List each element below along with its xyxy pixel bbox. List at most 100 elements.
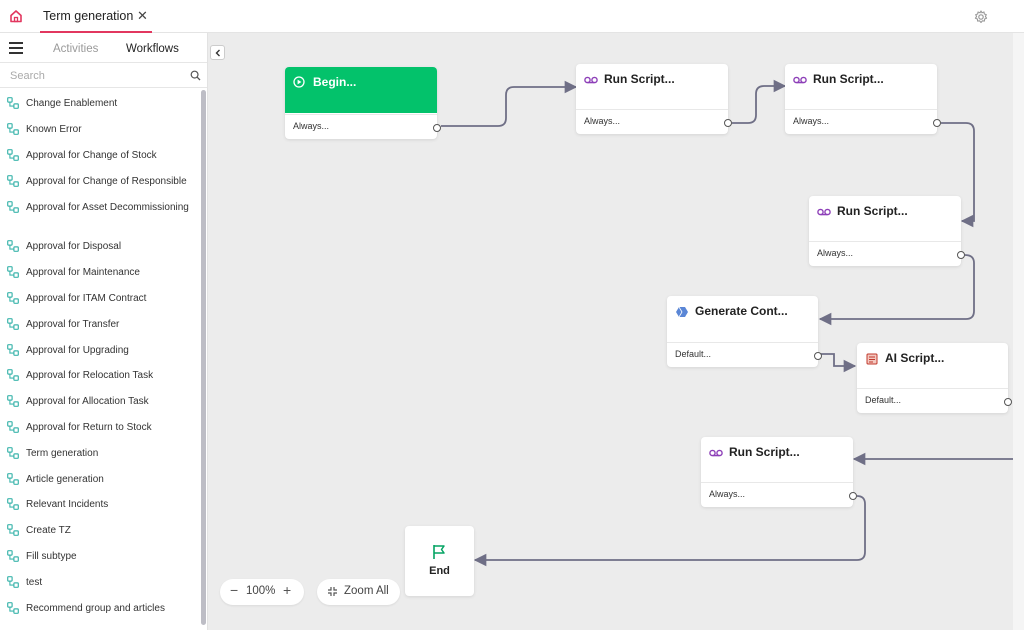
workflow-icon	[7, 447, 19, 459]
workflow-list-item[interactable]: test	[0, 574, 198, 592]
node-footer: Always...	[785, 109, 937, 134]
sidebar-scrollbar[interactable]	[201, 90, 206, 625]
zoom-all-button[interactable]: Zoom All	[317, 579, 400, 605]
workflow-list-item-label: Approval for Transfer	[26, 319, 120, 330]
zoom-out-button[interactable]: −	[230, 582, 238, 598]
flag-icon	[433, 545, 445, 559]
node-footer: Always...	[285, 114, 437, 139]
workflow-list-item-label: Approval for Return to Stock	[26, 422, 152, 433]
workflow-list-item-label: Approval for Relocation Task	[26, 370, 154, 381]
workflow-icon	[7, 318, 19, 330]
node-generate-content[interactable]: Generate Cont... Default...	[667, 296, 822, 367]
script-icon	[709, 449, 723, 457]
node-footer: Always...	[809, 241, 961, 266]
node-run-script-1[interactable]: Run Script... Always...	[576, 64, 732, 134]
tab-activities[interactable]: Activities	[53, 43, 98, 55]
settings-button[interactable]	[971, 7, 991, 27]
workflow-list-item[interactable]: Known Error	[0, 121, 198, 139]
node-title: Run Script...	[813, 72, 884, 86]
node-ai-script[interactable]: AI Script... Default...	[857, 343, 1012, 413]
home-button[interactable]	[6, 6, 26, 26]
workflow-list-item[interactable]: Approval for Change of Stock	[0, 147, 198, 165]
workflow-list-item[interactable]: Approval for Allocation Task	[0, 393, 198, 411]
workflow-list-item-label: Change Enablement	[26, 98, 118, 109]
node-run-script-4[interactable]: Run Script... Always...	[701, 437, 857, 507]
workflow-list-item[interactable]: Approval for Asset Decommissioning	[0, 199, 198, 217]
output-port[interactable]	[814, 352, 822, 360]
edge-begin-run1	[441, 80, 578, 127]
workflow-icon	[7, 473, 19, 485]
workflow-list-item[interactable]: Create TZ	[0, 522, 198, 540]
output-port[interactable]	[933, 119, 941, 127]
node-run-script-2[interactable]: Run Script... Always...	[785, 64, 941, 134]
workflow-list-item-label: Relevant Incidents	[26, 499, 109, 510]
output-port[interactable]	[433, 124, 441, 132]
workflow-list-item[interactable]: Recommend group and articles	[0, 600, 198, 618]
workflow-list-item[interactable]: Approval for Transfer	[0, 316, 198, 334]
canvas-scrollbar[interactable]	[1013, 33, 1024, 630]
node-header: AI Script...	[857, 343, 1008, 389]
fit-screen-icon	[328, 587, 337, 596]
output-port[interactable]	[849, 492, 857, 500]
gear-icon	[974, 10, 988, 24]
workflow-list-item-label: Approval for Upgrading	[26, 345, 129, 356]
search-box	[0, 62, 207, 88]
workflow-list-item-label: Known Error	[26, 124, 82, 135]
collapse-sidebar-button[interactable]	[210, 45, 225, 60]
output-port[interactable]	[957, 251, 965, 259]
node-footer: Always...	[576, 109, 728, 134]
workflow-icon	[7, 149, 19, 161]
workflow-icon	[7, 266, 19, 278]
workflow-icon	[7, 498, 19, 510]
workflow-icon	[7, 123, 19, 135]
node-condition: Always...	[709, 489, 746, 499]
node-end[interactable]: End	[405, 526, 474, 596]
workflow-list-item[interactable]: Approval for Disposal	[0, 238, 198, 256]
node-begin[interactable]: Begin... Always...	[285, 67, 441, 139]
workflow-list-item[interactable]: Approval for Return to Stock	[0, 419, 198, 437]
workflow-canvas[interactable]: Begin... Always... Run Script... Always.…	[208, 33, 1013, 630]
ai-cube-icon	[676, 306, 688, 318]
workflow-list-item[interactable]: Term generation	[0, 445, 198, 463]
workflow-list-item[interactable]: Relevant Incidents	[0, 496, 198, 514]
edge-gen-ai	[821, 353, 857, 373]
zoom-level: 100%	[246, 585, 276, 597]
workflow-list-item[interactable]: Approval for Upgrading	[0, 342, 198, 360]
node-header: Run Script...	[785, 64, 937, 110]
workflow-icon	[7, 421, 19, 433]
search-icon[interactable]	[190, 70, 201, 81]
node-condition: Default...	[865, 395, 902, 405]
top-bar: Term generation ✕	[0, 0, 1024, 33]
workflow-list-item[interactable]: Change Enablement	[0, 95, 198, 113]
workflow-icon	[7, 369, 19, 381]
chevron-left-icon	[215, 49, 220, 56]
workflow-list-item-label: Approval for Change of Stock	[26, 150, 157, 161]
zoom-in-button[interactable]: +	[283, 582, 291, 598]
output-port[interactable]	[1004, 398, 1012, 406]
workflow-list-item[interactable]: Approval for Maintenance	[0, 264, 198, 282]
workflow-list-item[interactable]: Article generation	[0, 471, 198, 489]
search-input[interactable]	[10, 67, 180, 85]
output-port[interactable]	[724, 119, 732, 127]
workflow-list-item[interactable]: Fill subtype	[0, 548, 198, 566]
workflow-list-item[interactable]: Approval for Relocation Task	[0, 367, 198, 385]
workflow-icon	[7, 175, 19, 187]
zoom-all-label: Zoom All	[344, 585, 389, 597]
workflow-list-item-label: Term generation	[26, 448, 99, 459]
tab-term-generation[interactable]: Term generation ✕	[40, 0, 152, 33]
workflow-icon	[7, 201, 19, 213]
menu-icon[interactable]	[9, 42, 23, 54]
workflow-icon	[7, 344, 19, 356]
close-icon[interactable]: ✕	[137, 8, 148, 24]
workflow-list-item[interactable]: Approval for ITAM Contract	[0, 290, 198, 308]
workflow-icon	[7, 97, 19, 109]
script-icon	[793, 76, 807, 84]
node-run-script-3[interactable]: Run Script... Always...	[809, 196, 965, 266]
node-title: Run Script...	[837, 204, 908, 218]
workflow-list-item-label: Article generation	[26, 474, 104, 485]
ai-script-icon	[866, 353, 878, 365]
node-condition: Always...	[584, 116, 621, 126]
workflow-list-item-label: Approval for ITAM Contract	[26, 293, 147, 304]
workflow-list-item[interactable]: Approval for Change of Responsible	[0, 173, 198, 191]
tab-workflows[interactable]: Workflows	[126, 43, 179, 55]
